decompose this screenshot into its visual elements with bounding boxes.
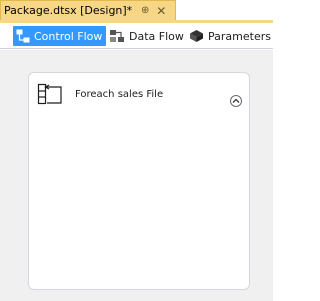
foreach-container-label: Foreach sales File — [75, 89, 164, 100]
chevron-up-circle-icon[interactable] — [230, 95, 242, 107]
package-designer-window: Package.dtsx [Design]* ⊕ ✕ Control Flow … — [0, 0, 273, 301]
tab-parameters-label: Parameters — [208, 29, 271, 43]
tab-control-flow-label: Control Flow — [34, 29, 103, 43]
foreach-loop-container[interactable]: Foreach sales File — [28, 72, 250, 290]
close-icon[interactable]: ✕ — [156, 4, 166, 18]
control-flow-icon — [16, 29, 30, 43]
chevron-up-icon — [232, 98, 240, 103]
document-tab[interactable]: Package.dtsx [Design]* ⊕ ✕ — [0, 0, 176, 20]
pin-icon[interactable]: ⊕ — [140, 5, 150, 16]
document-tab-title[interactable]: Package.dtsx [Design]* — [4, 4, 132, 17]
designer-tab-bar: Control Flow Data Flow Parameters — [0, 23, 273, 49]
foreach-container-header[interactable]: Foreach sales File — [29, 73, 249, 113]
foreach-loop-icon — [37, 83, 62, 105]
parameters-icon — [190, 30, 203, 42]
tab-data-flow[interactable]: Data Flow — [109, 26, 184, 46]
tab-data-flow-label: Data Flow — [129, 29, 184, 43]
data-flow-icon — [110, 30, 124, 42]
tab-parameters[interactable]: Parameters — [189, 26, 271, 46]
tab-control-flow[interactable]: Control Flow — [13, 26, 107, 46]
